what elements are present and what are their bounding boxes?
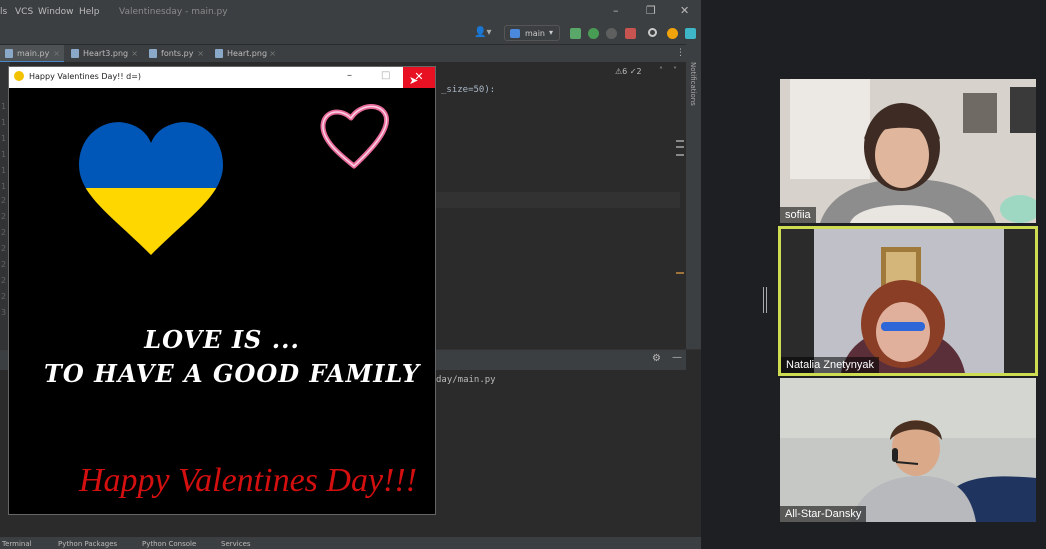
python-icon <box>510 29 520 38</box>
line-number: 2 <box>1 276 7 285</box>
tool-tab-python-console[interactable]: Python Console <box>142 540 196 548</box>
menu-item-window[interactable]: Window <box>38 7 74 17</box>
line-number: 1 <box>1 102 7 111</box>
run-config-label: main <box>525 29 545 38</box>
line-number: 1 <box>1 166 7 175</box>
line-number: 2 <box>1 196 7 205</box>
line-number: 3 <box>1 308 7 317</box>
line-number: 2 <box>1 212 7 221</box>
scroll-marker <box>676 140 684 142</box>
good-family-text: TO HAVE A GOOD FAMILY <box>44 359 420 388</box>
chevron-up-icon[interactable]: ˄ <box>659 66 663 75</box>
image-file-icon <box>215 49 223 58</box>
participant-tile[interactable]: sofiia <box>780 79 1036 223</box>
ide-window-title: Valentinesday - main.py <box>119 7 228 17</box>
tool-tab-services[interactable]: Services <box>221 540 251 548</box>
ukraine-heart-icon <box>79 122 223 256</box>
scroll-marker <box>676 146 684 148</box>
tab-heart-png[interactable]: Heart.png × <box>210 45 280 63</box>
line-number: 1 <box>1 134 7 143</box>
debug-icon[interactable] <box>588 28 599 39</box>
line-number: 2 <box>1 292 7 301</box>
code-line: _size=50): <box>441 85 496 95</box>
tool-tab-terminal[interactable]: Terminal <box>2 540 32 548</box>
tab-main-py[interactable]: main.py × <box>0 45 64 63</box>
menu-item-help[interactable]: Help <box>79 7 100 17</box>
participant-tile[interactable]: All-Star-Dansky <box>780 378 1036 522</box>
tab-label: fonts.py <box>161 49 194 58</box>
line-number: 1 <box>1 150 7 159</box>
menu-bar: ls VCS Window Help Valentinesday - main.… <box>0 0 701 24</box>
tab-heart3-png[interactable]: Heart3.png × <box>66 45 142 63</box>
run-config-selector[interactable]: main ▾ <box>504 25 560 41</box>
user-icon[interactable]: 👤▾ <box>474 27 491 38</box>
notifications-tab[interactable]: Notifications <box>689 62 697 106</box>
hearts-graphics <box>79 104 390 256</box>
tab-label: Heart.png <box>227 49 268 58</box>
python-file-icon <box>149 49 157 58</box>
minimize-icon[interactable]: – <box>347 70 352 81</box>
close-icon[interactable]: ✕ <box>680 4 689 17</box>
tool-window-bar: Terminal Python Packages Python Console … <box>0 537 701 549</box>
update-icon[interactable] <box>667 28 678 39</box>
scroll-marker <box>676 272 684 274</box>
line-number: 2 <box>1 244 7 253</box>
line-number: 1 <box>1 182 7 191</box>
ide-window: ls VCS Window Help Valentinesday - main.… <box>0 0 701 549</box>
editor-tabs: main.py × Heart3.png × fonts.py × Heart.… <box>0 44 701 63</box>
python-file-icon <box>5 49 13 58</box>
minimize-icon[interactable]: – <box>613 4 619 17</box>
game-window-title: Happy Valentines Day!! d=) <box>29 72 142 81</box>
panel-resize-handle[interactable] <box>763 287 767 313</box>
participant-video <box>780 378 1036 522</box>
image-file-icon <box>71 49 79 58</box>
participant-video <box>780 79 1036 223</box>
participant-name: All-Star-Dansky <box>780 506 867 522</box>
search-icon[interactable] <box>648 28 657 37</box>
rerun-icon[interactable] <box>570 28 581 39</box>
menu-item-vcs[interactable]: VCS <box>15 7 33 17</box>
game-titlebar[interactable]: Happy Valentines Day!! d=) – □ ✕ <box>9 67 435 88</box>
tab-label: Heart3.png <box>83 49 129 58</box>
menu-item-tools[interactable]: ls <box>0 7 7 17</box>
jetbrains-ai-icon[interactable] <box>685 28 696 39</box>
love-is-text: LOVE IS ... <box>144 325 300 354</box>
participant-video <box>781 229 1035 373</box>
hide-panel-icon[interactable]: — <box>672 352 682 363</box>
inspection-widget[interactable]: ⚠6 ✓2 <box>615 67 642 76</box>
more-tabs-icon[interactable]: ⋮ <box>676 48 685 58</box>
close-button[interactable]: ✕ <box>403 67 435 88</box>
participant-name: Natalia Znetynyak <box>781 357 880 373</box>
game-canvas: LOVE IS ... TO HAVE A GOOD FAMILY Happy … <box>9 88 435 514</box>
video-meeting-panel: sofiia Natalia Znetynyak All-Star-Dansky <box>701 0 1046 549</box>
pygame-window: Happy Valentines Day!! d=) – □ ✕ LOVE IS <box>8 66 436 515</box>
tab-fonts-py[interactable]: fonts.py × <box>144 45 208 63</box>
gear-icon[interactable]: ⚙ <box>652 353 661 364</box>
tab-label: main.py <box>17 49 50 58</box>
maximize-icon[interactable]: □ <box>381 70 390 81</box>
chevron-down-icon: ▾ <box>549 28 554 37</box>
stop-icon[interactable] <box>625 28 636 39</box>
happy-valentines-text: Happy Valentines Day!!! <box>79 462 418 499</box>
pygame-snake-icon <box>14 71 24 81</box>
tool-tab-python-packages[interactable]: Python Packages <box>58 540 117 548</box>
outline-heart-icon <box>320 104 390 169</box>
chevron-down-icon[interactable]: ˅ <box>673 66 677 75</box>
mouse-cursor-icon: ➤ <box>409 74 419 87</box>
ide-toolbar: 👤▾ main ▾ <box>0 24 701 44</box>
line-number: 1 <box>1 118 7 127</box>
line-number: 2 <box>1 260 7 269</box>
scroll-marker <box>676 154 684 156</box>
close-tab-icon[interactable]: × <box>53 49 60 58</box>
participant-tile-active-speaker[interactable]: Natalia Znetynyak <box>778 226 1038 376</box>
close-tab-icon[interactable]: × <box>197 49 204 58</box>
coverage-icon[interactable] <box>606 28 617 39</box>
participant-name: sofiia <box>780 207 816 223</box>
close-tab-icon[interactable]: × <box>131 49 138 58</box>
close-tab-icon[interactable]: × <box>269 49 276 58</box>
line-number: 2 <box>1 228 7 237</box>
restore-icon[interactable]: ❐ <box>646 4 656 17</box>
